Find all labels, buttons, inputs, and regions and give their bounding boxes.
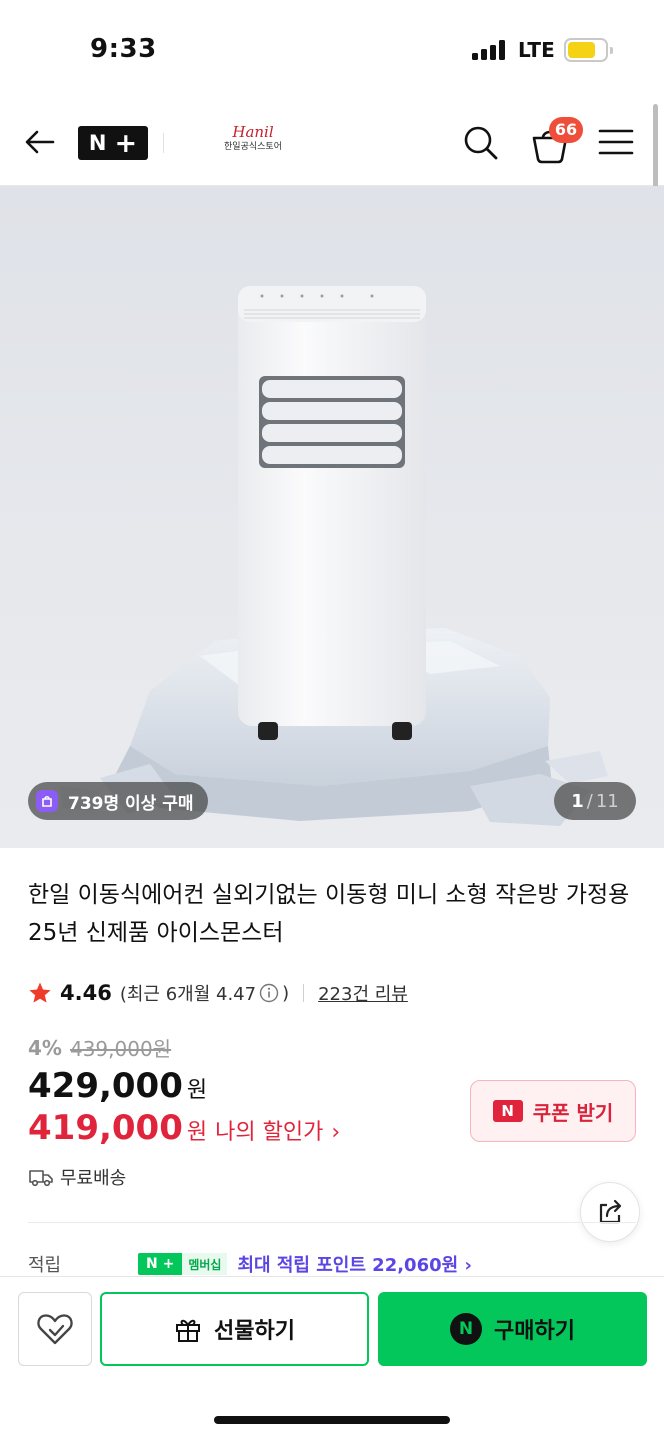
search-icon bbox=[464, 126, 498, 160]
product-photo bbox=[60, 286, 608, 826]
discount-row: 4% 439,000원 bbox=[28, 1033, 171, 1062]
my-discount-price[interactable]: 419,000 원 나의 할인가 › bbox=[28, 1108, 340, 1148]
image-page-indicator: 1 / 11 bbox=[554, 782, 636, 820]
original-price: 439,000원 bbox=[69, 1037, 172, 1061]
chevron-right-icon: › bbox=[331, 1120, 341, 1145]
menu-button[interactable] bbox=[598, 126, 634, 158]
shipping-info: 무료배송 bbox=[28, 1164, 126, 1190]
share-button[interactable] bbox=[580, 1182, 640, 1242]
back-button[interactable] bbox=[22, 124, 58, 160]
page-current: 1 bbox=[571, 790, 584, 812]
discount-rate: 4% bbox=[28, 1035, 62, 1060]
product-image-carousel[interactable] bbox=[0, 186, 664, 848]
heart-icon bbox=[37, 1314, 73, 1345]
product-title: 한일 이동식에어컨 실외기없는 이동형 미니 소형 작은방 가정용 25년 신제… bbox=[28, 882, 630, 946]
home-indicator[interactable] bbox=[214, 1416, 450, 1424]
network-type: LTE bbox=[518, 38, 555, 62]
points-row[interactable]: 적립 N + 멤버십 최대 적립 포인트 22,060원 › bbox=[28, 1252, 648, 1276]
hamburger-menu-icon bbox=[598, 129, 634, 155]
cart-count-badge: 66 bbox=[549, 117, 583, 143]
store-name: 한일공식스토어 bbox=[224, 142, 282, 152]
purchase-count-badge: 739명 이상 구매 bbox=[28, 782, 208, 820]
buy-button[interactable]: N 구매하기 bbox=[378, 1292, 647, 1366]
gift-button-label: 선물하기 bbox=[214, 1319, 295, 1344]
my-price-unit: 원 bbox=[186, 1120, 208, 1145]
recent-rating-close: ) bbox=[282, 982, 290, 1004]
np-badge-n: N bbox=[88, 131, 107, 155]
page-separator: / bbox=[586, 790, 593, 812]
get-coupon-button[interactable]: N 쿠폰 받기 bbox=[470, 1080, 636, 1142]
naver-n-icon: N bbox=[492, 1100, 523, 1122]
points-label: 적립 bbox=[28, 1255, 62, 1276]
search-button[interactable] bbox=[462, 124, 500, 162]
naver-plus-store-button[interactable]: N + bbox=[78, 126, 148, 160]
my-price-amount: 419,000 bbox=[28, 1108, 183, 1148]
max-points-text: 최대 적립 포인트 22,060원 › bbox=[237, 1255, 472, 1276]
naver-plus-membership-badge: N + 멤버십 bbox=[138, 1253, 228, 1275]
rating-score: 4.46 bbox=[60, 981, 112, 1005]
rating-row: 4.46 (최근 6개월 4.47 ) 223건 리뷰 bbox=[28, 978, 408, 1008]
truck-icon bbox=[29, 1170, 53, 1187]
wishlist-button[interactable] bbox=[18, 1292, 92, 1366]
review-count-link[interactable]: 223건 리뷰 bbox=[318, 980, 408, 1006]
signal-strength-icon bbox=[472, 40, 506, 60]
shopping-bag-icon bbox=[36, 790, 58, 812]
np-badge-plus: + bbox=[114, 127, 138, 159]
top-navigation-bar: N + Hanil 한일공식스토어 bbox=[0, 100, 664, 186]
purchase-count-text: 739명 이상 구매 bbox=[68, 793, 194, 814]
store-logo-script: Hanil bbox=[232, 123, 274, 141]
gift-button[interactable]: 선물하기 bbox=[100, 1292, 369, 1366]
my-price-label: 나의 할인가 bbox=[215, 1120, 324, 1145]
sale-price-amount: 429,000 bbox=[28, 1066, 183, 1106]
status-time: 9:33 bbox=[90, 34, 157, 64]
membership-label: 멤버십 bbox=[182, 1253, 228, 1275]
back-arrow-icon bbox=[25, 130, 55, 154]
battery-icon bbox=[564, 38, 613, 62]
coupon-button-label: 쿠폰 받기 bbox=[532, 1100, 614, 1125]
buy-button-label: 구매하기 bbox=[494, 1319, 575, 1344]
page-total: 11 bbox=[595, 790, 619, 812]
store-logo[interactable]: Hanil 한일공식스토어 bbox=[220, 124, 286, 164]
recent-rating: (최근 6개월 4.47 bbox=[119, 984, 257, 1005]
sale-price: 429,000 원 bbox=[28, 1066, 207, 1106]
gift-icon bbox=[176, 1319, 201, 1342]
shipping-text: 무료배송 bbox=[60, 1168, 127, 1189]
np-membership-logo: N + bbox=[138, 1253, 183, 1275]
section-divider bbox=[28, 1222, 636, 1223]
status-bar: 9:33 LTE bbox=[0, 0, 664, 100]
star-icon bbox=[29, 982, 51, 1003]
info-icon[interactable] bbox=[259, 983, 279, 1003]
header-divider bbox=[163, 133, 164, 153]
sale-price-unit: 원 bbox=[186, 1078, 208, 1103]
naver-pay-icon: N bbox=[450, 1313, 483, 1345]
rating-divider bbox=[303, 984, 305, 1002]
